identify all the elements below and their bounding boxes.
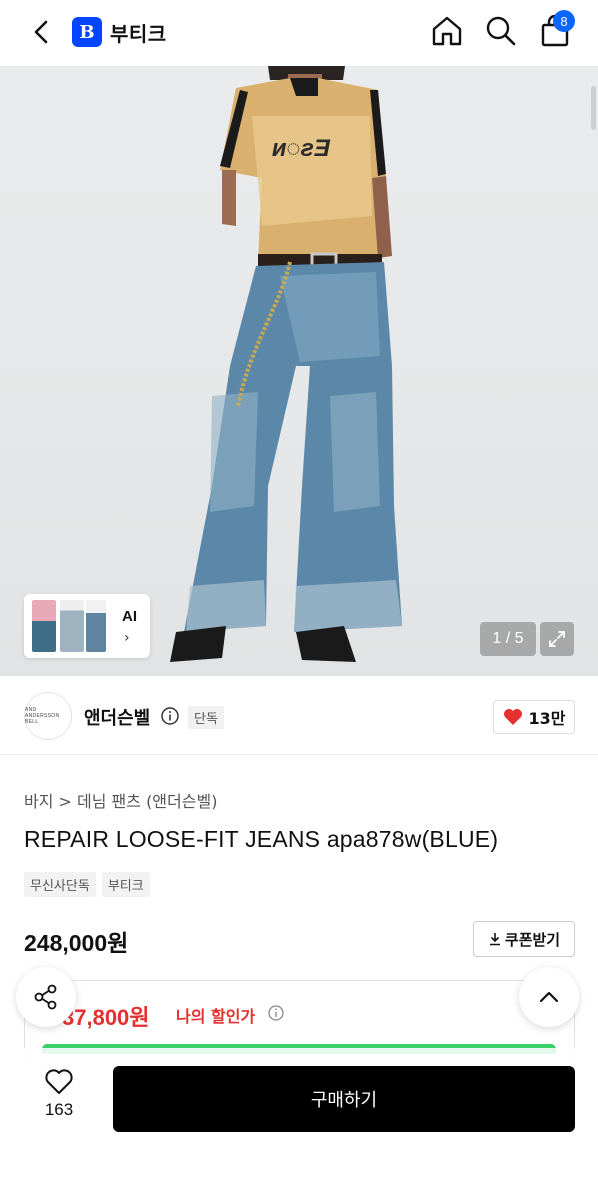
- breadcrumb[interactable]: 바지 > 데님 팬츠 (앤더슨벨): [24, 788, 217, 812]
- back-arrow-icon[interactable]: [26, 16, 58, 48]
- product-image[interactable]: ᴎ◌ƨƎ: [0, 66, 598, 676]
- divider: [0, 754, 598, 755]
- product-price: 248,000원: [24, 930, 129, 956]
- product-title: REPAIR LOOSE-FIT JEANS apa878w(BLUE): [24, 826, 499, 852]
- heart-icon: [45, 1069, 73, 1094]
- buy-button[interactable]: 구매하기: [113, 1066, 575, 1132]
- product-tags: 무신사단독 부티크: [24, 872, 150, 897]
- heart-filled-icon: [503, 709, 522, 725]
- scroll-top-button[interactable]: [519, 967, 579, 1027]
- thumbnail-image: [32, 600, 56, 652]
- thumbnail-image: [60, 600, 84, 652]
- cart-count-badge: 8: [553, 10, 575, 32]
- download-icon: [489, 933, 500, 946]
- search-icon[interactable]: [484, 14, 518, 48]
- ai-label: AI: [122, 608, 137, 625]
- share-icon: [34, 984, 57, 1010]
- exclusive-tag: 단독: [188, 706, 224, 729]
- expand-icon: [549, 631, 565, 647]
- svg-text:ᴎ◌ƨƎ: ᴎ◌ƨƎ: [272, 135, 331, 162]
- brand-row: AND ANDERSSON BELL 앤더슨벨 단독 13만: [0, 692, 598, 742]
- brand-like-count: 13만: [528, 709, 566, 728]
- coupon-label: 쿠폰받기: [504, 930, 561, 949]
- expand-button[interactable]: [540, 622, 574, 656]
- info-icon[interactable]: [160, 706, 180, 726]
- share-button[interactable]: [16, 967, 76, 1027]
- app-header: B 부티크 8: [0, 0, 598, 66]
- wishlist-button[interactable]: 163: [28, 1068, 90, 1128]
- coupon-button[interactable]: 쿠폰받기: [473, 921, 575, 957]
- wishlist-count: 163: [44, 1100, 74, 1119]
- chevron-up-icon: [539, 991, 559, 1003]
- store-name[interactable]: 부티크: [110, 18, 167, 47]
- model-photo: ᴎ◌ƨƎ: [170, 66, 402, 662]
- tag-musinsa-exclusive: 무신사단독: [24, 872, 96, 897]
- image-counter: 1 / 5: [480, 622, 536, 656]
- tag-boutique: 부티크: [101, 872, 150, 897]
- ai-look-card[interactable]: AI ›: [24, 594, 150, 658]
- info-icon[interactable]: [267, 1004, 285, 1022]
- my-discount-label: 나의 할인가: [176, 1007, 256, 1026]
- scrollbar-thumb[interactable]: [591, 86, 596, 130]
- thumbnail-image: [86, 600, 106, 652]
- my-discount-price: 37,800원: [62, 1005, 150, 1030]
- brand-name[interactable]: 앤더슨벨: [84, 704, 150, 730]
- brand-logo[interactable]: AND ANDERSSON BELL: [24, 692, 72, 740]
- brand-like-button[interactable]: 13만: [493, 700, 575, 734]
- home-icon[interactable]: [430, 14, 464, 48]
- chevron-right-icon: ›: [124, 630, 130, 646]
- brand-badge[interactable]: B: [72, 17, 102, 47]
